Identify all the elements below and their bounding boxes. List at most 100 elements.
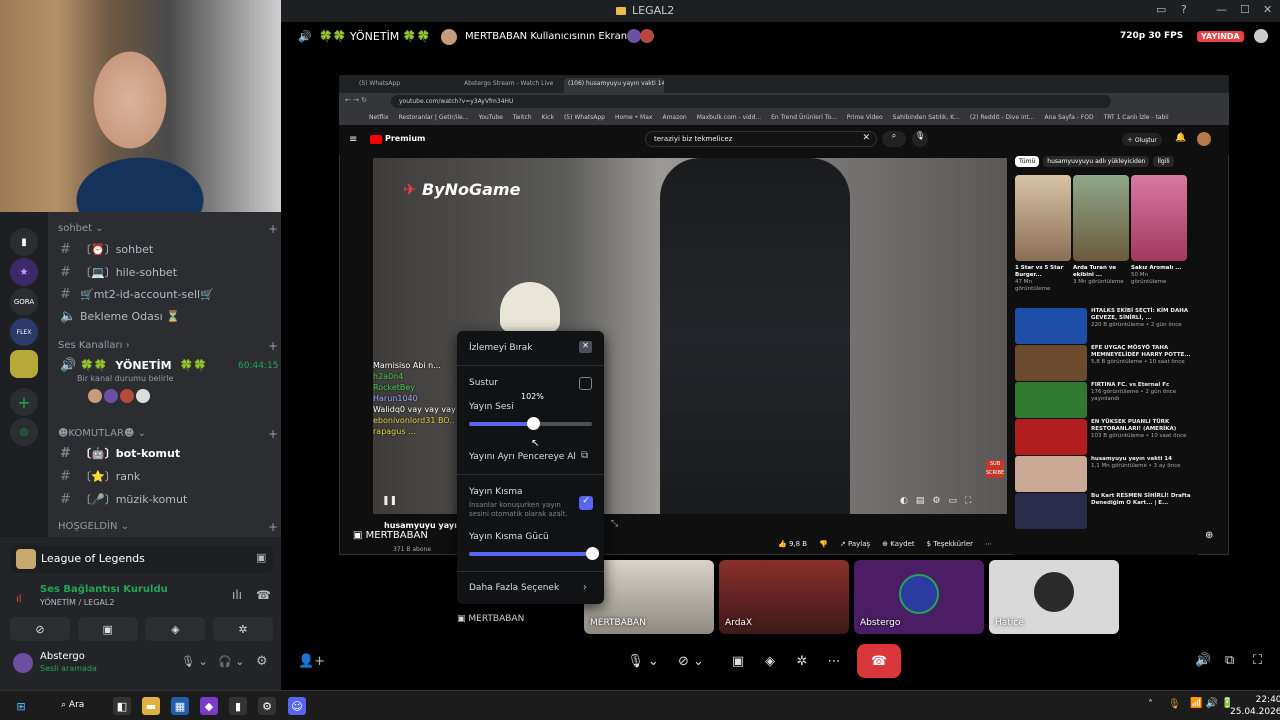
browser-tab[interactable]: (5) WhatsApp	[359, 80, 400, 87]
chip[interactable]: Tümü	[1015, 156, 1040, 167]
store-icon[interactable]: ▦	[171, 697, 189, 715]
video-title[interactable]: FIRTINA FC. vs Eternal Fc 176 görüntüleme…	[1091, 382, 1191, 403]
stage-channel-name[interactable]: 🍀🍀 YÖNETİM 🍀🍀	[319, 30, 430, 43]
mic-tray-icon[interactable]: 🎙	[1168, 699, 1181, 710]
category-komutlar[interactable]: ☻KOMUTLAR☻ ⌄ +	[58, 427, 278, 441]
bell-icon[interactable]: 🔔	[1175, 133, 1186, 143]
close-button[interactable]: ✕	[1263, 3, 1272, 16]
avatar[interactable]	[120, 389, 134, 403]
participant-tile[interactable]: Hatice	[989, 560, 1119, 634]
voice-channel-yonetim[interactable]: 🔊 🍀🍀 YÖNETİM 🍀🍀 60:44:15	[60, 358, 278, 373]
noise-suppression-icon[interactable]: ılı	[232, 588, 242, 602]
bookmark-item[interactable]: Netflix	[369, 114, 389, 121]
share-screen-button[interactable]: ▣	[725, 644, 751, 678]
bookmark-item[interactable]: Sahibinden Satılık, K...	[893, 114, 960, 121]
fullscreen-icon[interactable]: ⛶	[1253, 653, 1262, 668]
bookmark-item[interactable]: Restoranlar | Getir/ile...	[399, 114, 469, 121]
video-thumbnail[interactable]	[1015, 382, 1087, 418]
add-channel-icon[interactable]: +	[268, 520, 278, 534]
discord-icon[interactable]: ☺	[288, 697, 306, 715]
app-icon[interactable]: ▮	[229, 697, 247, 715]
inbox-icon[interactable]: ▭	[1156, 3, 1166, 16]
wifi-icon[interactable]: 📶 🔊 🔋	[1190, 698, 1234, 709]
bookmark-item[interactable]: YouTube	[478, 114, 502, 121]
captions-icon[interactable]: ▤	[916, 496, 925, 506]
category-sohbet[interactable]: sohbet ⌄ +	[58, 222, 278, 236]
add-server-icon[interactable]: +	[10, 388, 38, 416]
maximize-button[interactable]: ☐	[1240, 3, 1250, 16]
drag-handle-icon[interactable]: ⤡	[611, 519, 618, 529]
gora-server-icon[interactable]: GORA	[10, 288, 38, 316]
video-list-item[interactable]: husamyuyu yayın vakti 14 1,1 Mn görüntüle…	[1015, 456, 1195, 492]
camera-off-button[interactable]: ⊘	[10, 617, 70, 641]
attenuation-item[interactable]: Yayın Kısma	[469, 487, 523, 497]
thanks-button[interactable]: $ Teşekkürler	[927, 540, 973, 548]
mic-icon[interactable]: 🎙	[912, 131, 928, 147]
user-avatar[interactable]	[1254, 29, 1268, 43]
taskview-icon[interactable]: ◧	[113, 697, 131, 715]
bookmark-item[interactable]: Ana Sayfa - FOD	[1045, 114, 1094, 121]
disconnect-icon[interactable]: ☎	[256, 588, 271, 602]
screen-share-button[interactable]: ▣	[77, 617, 138, 641]
discover-icon[interactable]: ◎	[10, 418, 38, 446]
microphone-icon[interactable]: 🎙 ⌄	[181, 655, 208, 668]
voice-status[interactable]: Bir kanal durumu belirle	[77, 374, 173, 383]
play-pause-icon[interactable]: ❚❚	[382, 496, 397, 506]
taskbar-search[interactable]: ⌕ Ara	[55, 697, 103, 715]
player-controls[interactable]: ◐ ▤ ⚙ ▭ ⛶	[900, 496, 971, 506]
share-button[interactable]: ↗ Paylaş	[840, 540, 870, 548]
activities-button[interactable]: ◈	[145, 617, 206, 641]
browser-tab[interactable]: Abstergo Stream - Watch Live	[464, 80, 553, 87]
youtube-logo-icon[interactable]	[370, 135, 382, 144]
bookmark-item[interactable]: Amazon	[662, 114, 686, 121]
avatar[interactable]	[136, 389, 150, 403]
channel-hile-sohbet[interactable]: # 〔💻〕hile-sohbet	[60, 264, 177, 280]
like-button[interactable]: 👍 9,8 B	[778, 540, 807, 548]
file-explorer-icon[interactable]: ▬	[142, 697, 160, 715]
category-voice[interactable]: Ses Kanalları › +	[58, 339, 278, 353]
volume-icon[interactable]: 🔊	[1195, 653, 1211, 668]
bookmark-item[interactable]: (2) Reddit - Dive int...	[970, 114, 1035, 121]
more-options-item[interactable]: Daha Fazla Seçenek	[469, 583, 559, 593]
url-field[interactable]: youtube.com/watch?v=y3AyVfm34HU	[391, 95, 1111, 108]
connection-path[interactable]: YÖNETİM / LEGAL2	[40, 598, 114, 607]
more-icon[interactable]: ⋯	[985, 540, 992, 548]
legal2-server-icon[interactable]	[10, 350, 38, 378]
add-channel-icon[interactable]: +	[268, 427, 278, 441]
video-list-item[interactable]: FIRTINA FC. vs Eternal Fc 176 görüntüleme…	[1015, 382, 1195, 418]
avatar[interactable]	[1197, 132, 1211, 146]
search-icon[interactable]: ⌕	[882, 131, 906, 147]
headphones-icon[interactable]: 🎧 ⌄	[218, 655, 244, 668]
channel-muzik-komut[interactable]: # 〔🎤〕müzik-komut	[60, 491, 187, 507]
attenuation-slider[interactable]	[469, 547, 599, 560]
camera-button[interactable]: ⊘ ⌄	[669, 644, 713, 678]
participant-tile[interactable]: ArdaX	[719, 560, 849, 634]
clear-icon[interactable]: ✕	[862, 133, 870, 143]
bookmark-item[interactable]: Home • Max	[615, 114, 652, 121]
bookmark-item[interactable]: Prime Video	[847, 114, 883, 121]
back-icon[interactable]: ← → ↻	[345, 96, 367, 104]
popout-icon[interactable]: ⧉	[581, 450, 588, 461]
channel-mt2[interactable]: # 🛒mt2-id-account-sell🛒	[60, 287, 214, 302]
mute-checkbox[interactable]	[579, 377, 592, 390]
create-button[interactable]: ＋ Oluştur	[1122, 133, 1162, 146]
chip[interactable]: İlgili	[1153, 156, 1174, 167]
short-info[interactable]: Sakız Aromalı ... 50 Mn görüntüleme	[1131, 265, 1185, 286]
category-hosgeldin[interactable]: HOŞGELDİN ⌄ +	[58, 520, 278, 534]
windows-start-icon[interactable]: ⊞	[12, 697, 30, 715]
short-thumbnail[interactable]	[1131, 175, 1187, 261]
video-list-item[interactable]: EFE UYGAÇ MÖSYÖ TAHA MEMNEYELİDEF HARRY …	[1015, 345, 1195, 381]
star-server-icon[interactable]: ★	[10, 258, 38, 286]
settings-icon[interactable]: ⚙	[932, 496, 940, 506]
video-title[interactable]: HTALKS EKİBİ SEÇTİ: KİM DAHA GEVEZE, SİN…	[1091, 308, 1191, 329]
server-icon[interactable]: ▮	[10, 228, 38, 256]
attenuation-checkbox[interactable]: ✓	[579, 496, 593, 510]
settings-gear-icon[interactable]: ⚙	[256, 654, 268, 669]
bookmark-item[interactable]: En Trend Ürünleri To...	[771, 114, 837, 121]
yt-search-input[interactable]: teraziyi biz tekmelicez ✕	[645, 131, 877, 147]
short-info[interactable]: Arda Turan ve ekibini ... 3 Mn görüntülem…	[1073, 265, 1127, 286]
avatar[interactable]	[88, 389, 102, 403]
video-title[interactable]: EN YÜKSEK PUANLI TÜRK RESTORANLARI! (AME…	[1091, 419, 1191, 440]
video-thumbnail[interactable]	[1015, 308, 1087, 344]
chip[interactable]: husamyuvyuyu adlı yükleyiciden	[1043, 156, 1150, 167]
